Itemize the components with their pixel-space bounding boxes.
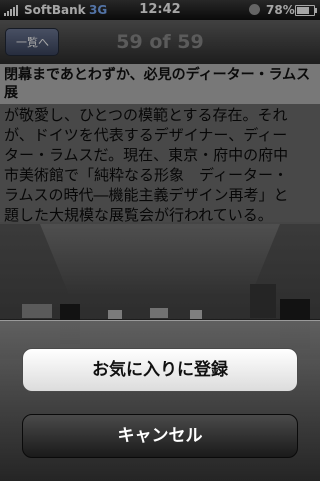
add-to-favorites-button[interactable]: お気に入りに登録 <box>22 348 298 392</box>
cancel-button[interactable]: キャンセル <box>22 414 298 458</box>
